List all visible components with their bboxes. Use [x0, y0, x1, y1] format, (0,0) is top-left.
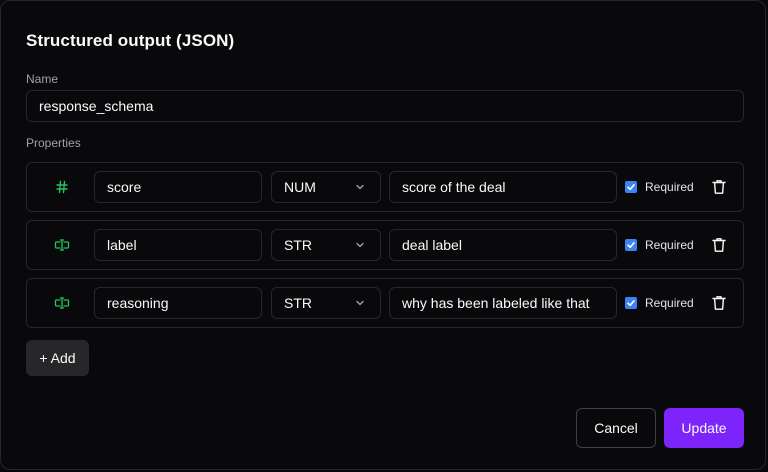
structured-output-dialog: Structured output (JSON) Name Properties… [0, 0, 766, 470]
property-type-select[interactable]: STR [271, 287, 381, 319]
cancel-button[interactable]: Cancel [576, 408, 656, 448]
required-checkbox[interactable] [625, 239, 637, 251]
property-row-label: STR Required [26, 220, 744, 270]
property-name-input[interactable] [94, 229, 262, 261]
trash-icon[interactable] [711, 179, 727, 195]
chevron-down-icon [352, 295, 368, 311]
properties-label: Properties [26, 136, 81, 150]
trash-icon[interactable] [711, 295, 727, 311]
required-checkbox[interactable] [625, 297, 637, 309]
required-label: Required [645, 296, 694, 310]
trash-icon[interactable] [711, 237, 727, 253]
chevron-down-icon [352, 179, 368, 195]
required-toggle[interactable]: Required [625, 179, 694, 195]
text-cursor-icon [53, 235, 71, 255]
property-type-select[interactable]: STR [271, 229, 381, 261]
text-cursor-icon [53, 293, 71, 313]
property-type-value: STR [284, 295, 312, 311]
dialog-title: Structured output (JSON) [26, 31, 235, 50]
required-label: Required [645, 238, 694, 252]
property-type-value: NUM [284, 179, 316, 195]
name-label: Name [26, 72, 59, 86]
chevron-down-icon [352, 237, 368, 253]
add-property-button[interactable]: + Add [26, 340, 89, 376]
hash-icon [53, 177, 71, 197]
update-button[interactable]: Update [664, 408, 744, 448]
required-toggle[interactable]: Required [625, 237, 694, 253]
required-toggle[interactable]: Required [625, 295, 694, 311]
property-row-score: NUM Required [26, 162, 744, 212]
property-description-input[interactable] [389, 287, 617, 319]
property-type-select[interactable]: NUM [271, 171, 381, 203]
property-name-input[interactable] [94, 171, 262, 203]
property-name-input[interactable] [94, 287, 262, 319]
name-input[interactable] [26, 90, 744, 122]
property-description-input[interactable] [389, 229, 617, 261]
required-label: Required [645, 180, 694, 194]
property-type-value: STR [284, 237, 312, 253]
required-checkbox[interactable] [625, 181, 637, 193]
property-row-reasoning: STR Required [26, 278, 744, 328]
property-description-input[interactable] [389, 171, 617, 203]
